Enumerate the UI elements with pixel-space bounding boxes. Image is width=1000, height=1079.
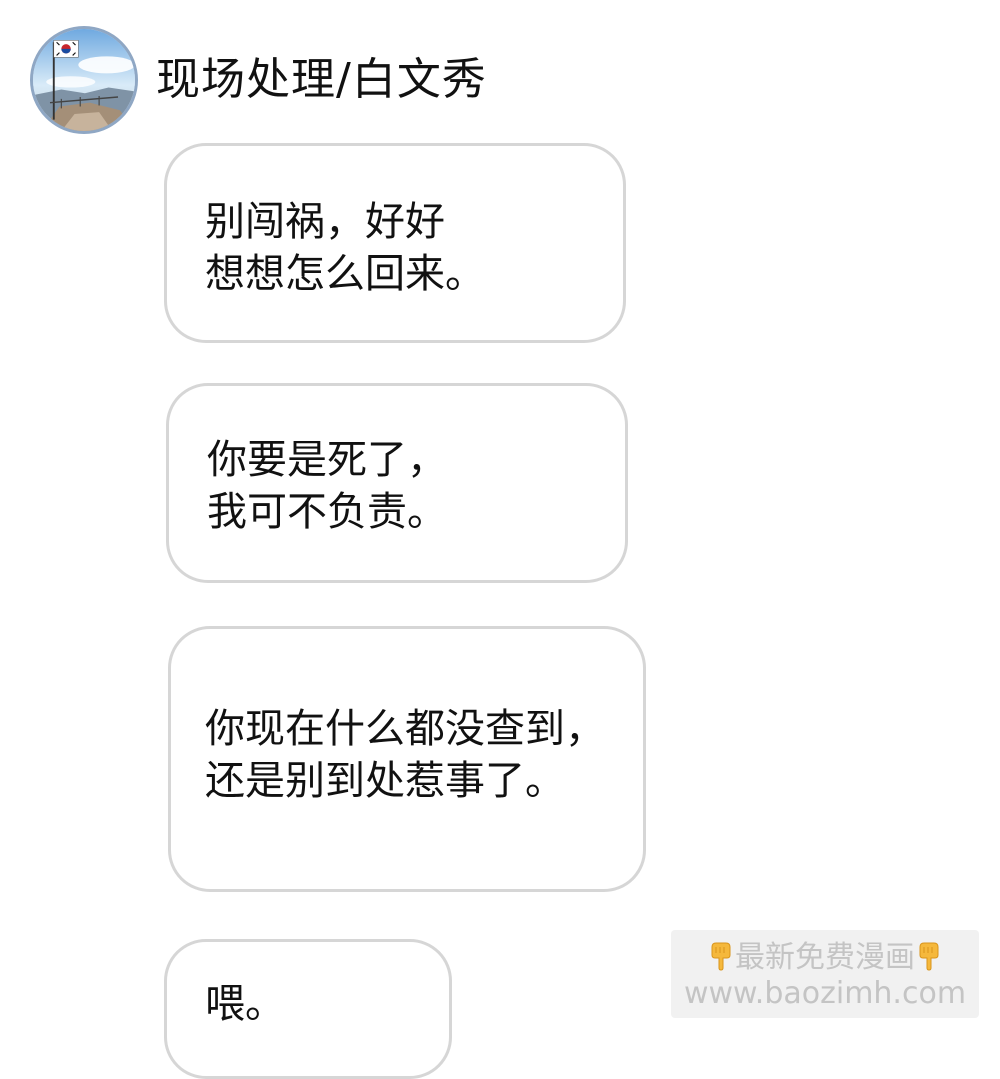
pointing-down-hand-icon bbox=[711, 942, 731, 971]
watermark-title: 最新免费漫画 bbox=[671, 940, 979, 976]
message-bubble[interactable]: 别闯祸，好好 想想怎么回来。 bbox=[164, 143, 626, 343]
message-line: 想想怎么回来。 bbox=[205, 251, 485, 297]
message-line: 别闯祸，好好 bbox=[205, 199, 445, 245]
message-line: 你现在什么都没查到， bbox=[205, 706, 605, 752]
flag-mountain-avatar-icon bbox=[33, 29, 135, 131]
message-bubble[interactable]: 你现在什么都没查到， 还是别到处惹事了。 bbox=[168, 626, 646, 892]
message-line: 我可不负责。 bbox=[207, 489, 447, 535]
watermark: 最新免费漫画 www.baozimh.com bbox=[671, 930, 979, 1018]
sender-avatar[interactable] bbox=[30, 26, 138, 134]
message-line: 还是别到处惹事了。 bbox=[205, 758, 565, 804]
sender-name: 现场处理/白文秀 bbox=[156, 54, 487, 105]
message-line: 你要是死了， bbox=[207, 437, 447, 483]
message-line: 喂。 bbox=[205, 981, 285, 1027]
watermark-title-text: 最新免费漫画 bbox=[735, 940, 915, 975]
message-bubble[interactable]: 喂。 bbox=[164, 939, 452, 1079]
watermark-url: www.baozimh.com bbox=[683, 976, 967, 1011]
pointing-down-hand-icon bbox=[919, 942, 939, 971]
message-text: 别闯祸，好好 想想怎么回来。 bbox=[205, 196, 485, 300]
message-text: 你要是死了， 我可不负责。 bbox=[207, 434, 447, 538]
message-bubble[interactable]: 你要是死了， 我可不负责。 bbox=[166, 383, 628, 583]
message-text: 你现在什么都没查到， 还是别到处惹事了。 bbox=[205, 703, 605, 807]
message-text: 喂。 bbox=[205, 978, 285, 1030]
